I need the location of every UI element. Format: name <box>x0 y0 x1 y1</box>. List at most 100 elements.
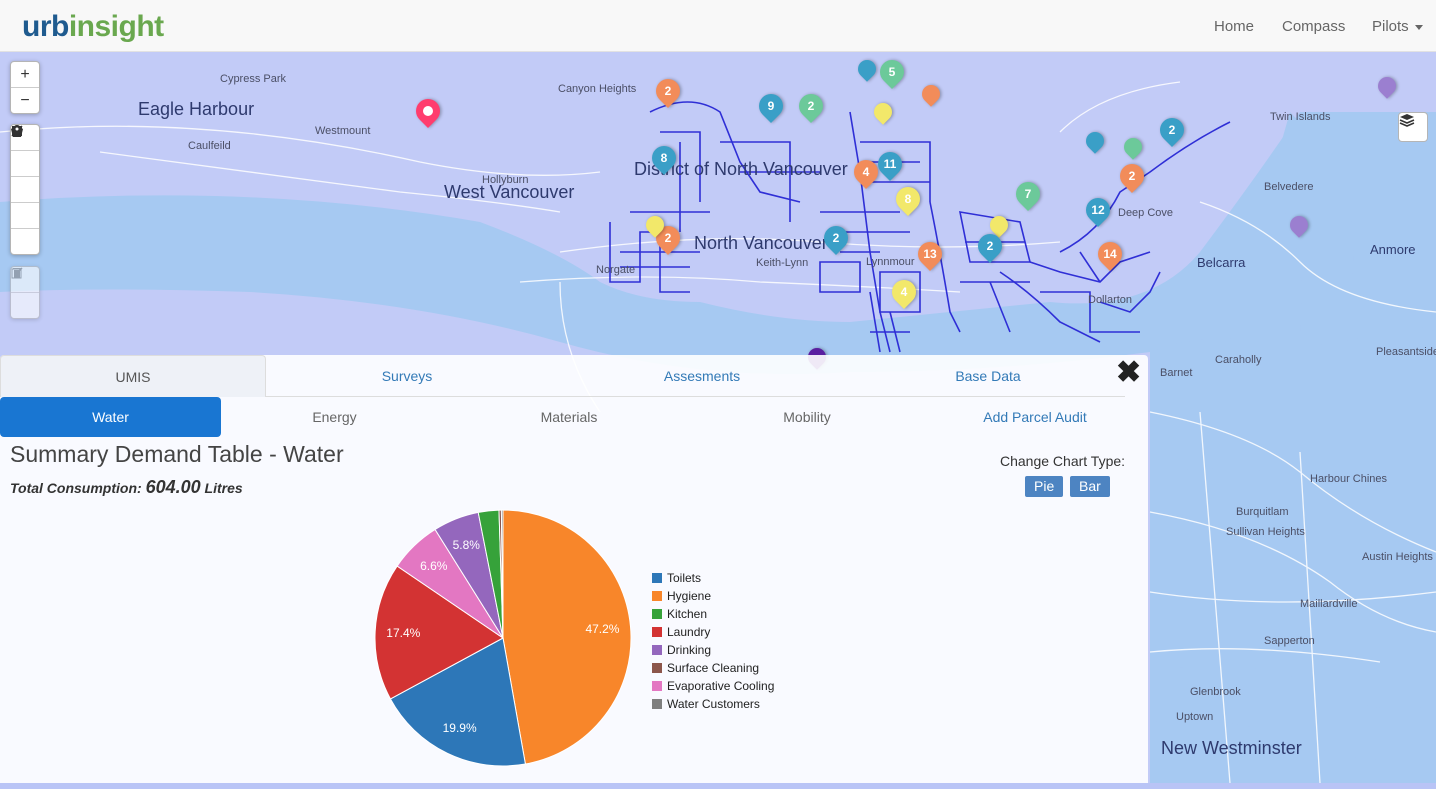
map-label: Sullivan Heights <box>1226 526 1305 538</box>
map-marker[interactable]: 5 <box>875 55 909 89</box>
map-label: Deep Cove <box>1118 207 1174 219</box>
legend-swatch <box>652 591 662 601</box>
pie-data-label: 5.8% <box>453 538 481 552</box>
caret-down-icon <box>1414 24 1423 30</box>
edit-toolbar <box>10 266 40 319</box>
nav-compass[interactable]: Compass <box>1282 0 1345 52</box>
map-marker[interactable]: 14 <box>1093 237 1127 271</box>
legend-swatch <box>652 699 662 709</box>
tab-assesments[interactable]: Assesments <box>560 355 844 397</box>
zoom-control: + − <box>10 61 40 114</box>
logo[interactable]: urbinsight <box>22 10 164 44</box>
pie-data-label: 17.4% <box>386 626 420 640</box>
map-label: Canyon Heights <box>558 83 637 95</box>
legend-item[interactable]: Toilets <box>652 569 774 587</box>
map-label: Pleasantside <box>1376 346 1436 358</box>
legend-item[interactable]: Evaporative Cooling <box>652 677 774 695</box>
change-chart-type-label: Change Chart Type: <box>1000 453 1126 469</box>
map-marker[interactable]: 11 <box>873 147 907 181</box>
zoom-in-button[interactable]: + <box>11 62 39 88</box>
map-label: Belvedere <box>1264 181 1314 193</box>
legend-item[interactable]: Laundry <box>652 623 774 641</box>
map-label: Eagle Harbour <box>138 99 255 119</box>
zoom-out-button[interactable]: − <box>11 88 39 113</box>
draw-polygon-icon[interactable] <box>11 125 39 177</box>
subtab-mobility[interactable]: Mobility <box>694 397 920 437</box>
legend-label: Evaporative Cooling <box>667 679 775 693</box>
map-marker[interactable]: 2 <box>1155 113 1189 147</box>
map-marker[interactable]: 4 <box>887 275 921 309</box>
map-label: Twin Islands <box>1270 111 1331 123</box>
pie-slice-hygiene[interactable] <box>502 509 632 765</box>
legend-item[interactable]: Drinking <box>652 641 774 659</box>
legend-item[interactable]: Surface Cleaning <box>652 659 774 677</box>
legend-item[interactable]: Hygiene <box>652 587 774 605</box>
legend-label: Surface Cleaning <box>667 661 760 675</box>
nav-pilots[interactable]: Pilots <box>1372 0 1423 52</box>
draw-rectangle-icon[interactable] <box>11 126 39 203</box>
legend-item[interactable]: Water Customers <box>652 695 774 713</box>
map-label: Caraholly <box>1215 354 1262 366</box>
layers-toggle-icon[interactable] <box>1398 112 1428 142</box>
map-label: Belcarra <box>1197 255 1246 270</box>
legend-label: Drinking <box>667 643 712 657</box>
pie-chart-button[interactable]: Pie <box>1025 476 1064 497</box>
subtab-energy[interactable]: Energy <box>221 397 448 437</box>
map-label: Glenbrook <box>1190 686 1241 698</box>
total-unit: Litres <box>204 480 243 496</box>
pie-data-label: 47.2% <box>585 622 619 636</box>
map-label: Cypress Park <box>220 73 287 85</box>
tab-umis[interactable]: UMIS <box>0 355 266 397</box>
legend-label: Toilets <box>667 571 702 585</box>
subtab-materials[interactable]: Materials <box>456 397 682 437</box>
map-label: Barnet <box>1160 367 1193 379</box>
tab-base-data[interactable]: Base Data <box>846 355 1130 397</box>
subtab-water[interactable]: Water <box>0 397 221 437</box>
map-label: Norgate <box>596 264 636 276</box>
tab-surveys[interactable]: Surveys <box>266 355 548 397</box>
map-marker[interactable]: 8 <box>647 141 681 175</box>
map-marker[interactable]: 2 <box>651 74 685 108</box>
map-label: Lynnmour <box>866 256 915 268</box>
map-marker[interactable]: 2 <box>819 221 853 255</box>
total-consumption: Total Consumption: 604.00 Litres <box>10 477 243 498</box>
logo-text-part2: insight <box>68 10 164 43</box>
draw-circle-icon[interactable] <box>11 126 39 229</box>
map-label: Westmount <box>315 125 371 137</box>
map-marker[interactable]: 13 <box>913 237 947 271</box>
top-tabs: UMIS Surveys Assesments Base Data ✖ <box>0 355 1148 397</box>
map-marker[interactable]: 12 <box>1081 193 1115 227</box>
map-marker[interactable]: 8 <box>891 182 925 216</box>
map-marker[interactable]: 2 <box>973 229 1007 263</box>
legend-swatch <box>652 627 662 637</box>
map-label: Sapperton <box>1264 635 1315 647</box>
map-label: Austin Heights <box>1362 551 1433 563</box>
data-panel: UMIS Surveys Assesments Base Data ✖ Wate… <box>0 355 1148 783</box>
legend-swatch <box>652 645 662 655</box>
pie-data-label: 19.9% <box>443 721 477 735</box>
map-label: Harbour Chines <box>1310 473 1388 485</box>
legend-label: Kitchen <box>667 607 708 621</box>
map-marker[interactable]: 9 <box>754 89 788 123</box>
draw-marker-icon[interactable] <box>11 125 39 254</box>
subtab-add-parcel-audit[interactable]: Add Parcel Audit <box>922 397 1148 437</box>
bar-chart-button[interactable]: Bar <box>1070 476 1110 497</box>
legend-label: Water Customers <box>667 697 760 711</box>
legend-item[interactable]: Kitchen <box>652 605 774 623</box>
panel-title: Summary Demand Table - Water <box>10 441 344 467</box>
total-value: 604.00 <box>145 477 201 497</box>
pie-chart: 47.2% 19.9% 17.4% 6.6% 5.8% <box>374 509 632 767</box>
map-marker[interactable]: 2 <box>1115 159 1149 193</box>
navbar: urbinsight Home Compass Pilots <box>0 0 1436 52</box>
map-label: Anmore <box>1370 242 1416 257</box>
nav-home[interactable]: Home <box>1214 0 1254 52</box>
logo-text-part1: urb <box>22 10 69 43</box>
map-marker[interactable]: 2 <box>794 89 828 123</box>
legend-swatch <box>652 609 662 619</box>
legend-swatch <box>652 573 662 583</box>
close-icon[interactable]: ✖ <box>1116 358 1141 388</box>
map-label: Maillardville <box>1300 598 1358 610</box>
delete-layers-icon[interactable] <box>11 268 39 318</box>
map-marker[interactable]: 7 <box>1011 177 1045 211</box>
map-label: Dollarton <box>1088 294 1133 306</box>
